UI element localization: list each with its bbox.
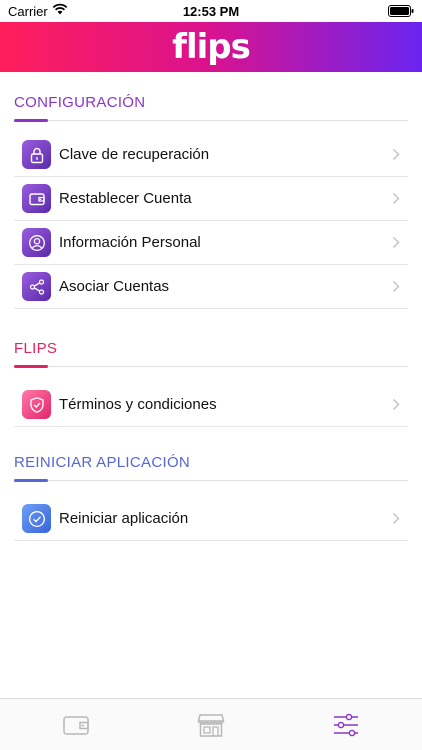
shield-icon (22, 390, 51, 419)
tab-settings[interactable] (311, 699, 381, 750)
row-reiniciar-aplicacion[interactable]: Reiniciar aplicación (14, 497, 408, 541)
battery-icon (388, 5, 414, 20)
chevron-right-icon (392, 280, 400, 293)
chevron-right-icon (392, 512, 400, 525)
chevron-right-icon (392, 236, 400, 249)
wallet-icon (22, 184, 51, 213)
status-bar: Carrier 12:53 PM (0, 0, 422, 22)
tab-bar (0, 698, 422, 750)
section-flips: FLIPS Términos y condiciones (14, 340, 408, 427)
section-configuracion: CONFIGURACIÓN Clave de recuperación Rest… (14, 94, 408, 309)
row-label: Restablecer Cuenta (59, 190, 192, 207)
section-title: FLIPS (14, 340, 58, 357)
section-reiniciar-aplicacion: REINICIAR APLICACIÓN Reiniciar aplicació… (14, 454, 408, 541)
chevron-right-icon (392, 148, 400, 161)
row-terminos-condiciones[interactable]: Términos y condiciones (14, 383, 408, 427)
section-title: REINICIAR APLICACIÓN (14, 454, 191, 471)
flips-logo: flips (172, 27, 251, 67)
row-restablecer-cuenta[interactable]: Restablecer Cuenta (14, 177, 408, 221)
wallet-tab-icon (63, 716, 89, 735)
user-icon (22, 228, 51, 257)
row-label: Términos y condiciones (59, 396, 217, 413)
section-title: CONFIGURACIÓN (14, 94, 146, 111)
store-tab-icon (197, 714, 225, 737)
checkmark-circle-icon (22, 504, 51, 533)
row-asociar-cuentas[interactable]: Asociar Cuentas (14, 265, 408, 309)
chevron-right-icon (392, 398, 400, 411)
section-divider (14, 119, 408, 122)
tab-store[interactable] (176, 699, 246, 750)
section-divider (14, 479, 408, 482)
row-clave-recuperacion[interactable]: Clave de recuperación (14, 133, 408, 177)
section-divider (14, 365, 408, 368)
chevron-right-icon (392, 192, 400, 205)
share-icon (22, 272, 51, 301)
lock-icon (22, 140, 51, 169)
clock-time: 12:53 PM (182, 4, 240, 19)
row-label: Asociar Cuentas (59, 278, 170, 295)
row-informacion-personal[interactable]: Información Personal (14, 221, 408, 265)
row-label: Reiniciar aplicación (59, 510, 189, 527)
row-label: Información Personal (59, 234, 201, 251)
settings-sliders-tab-icon (334, 713, 358, 737)
app-header: flips (0, 22, 422, 72)
row-label: Clave de recuperación (59, 146, 210, 163)
tab-wallet[interactable] (41, 699, 111, 750)
